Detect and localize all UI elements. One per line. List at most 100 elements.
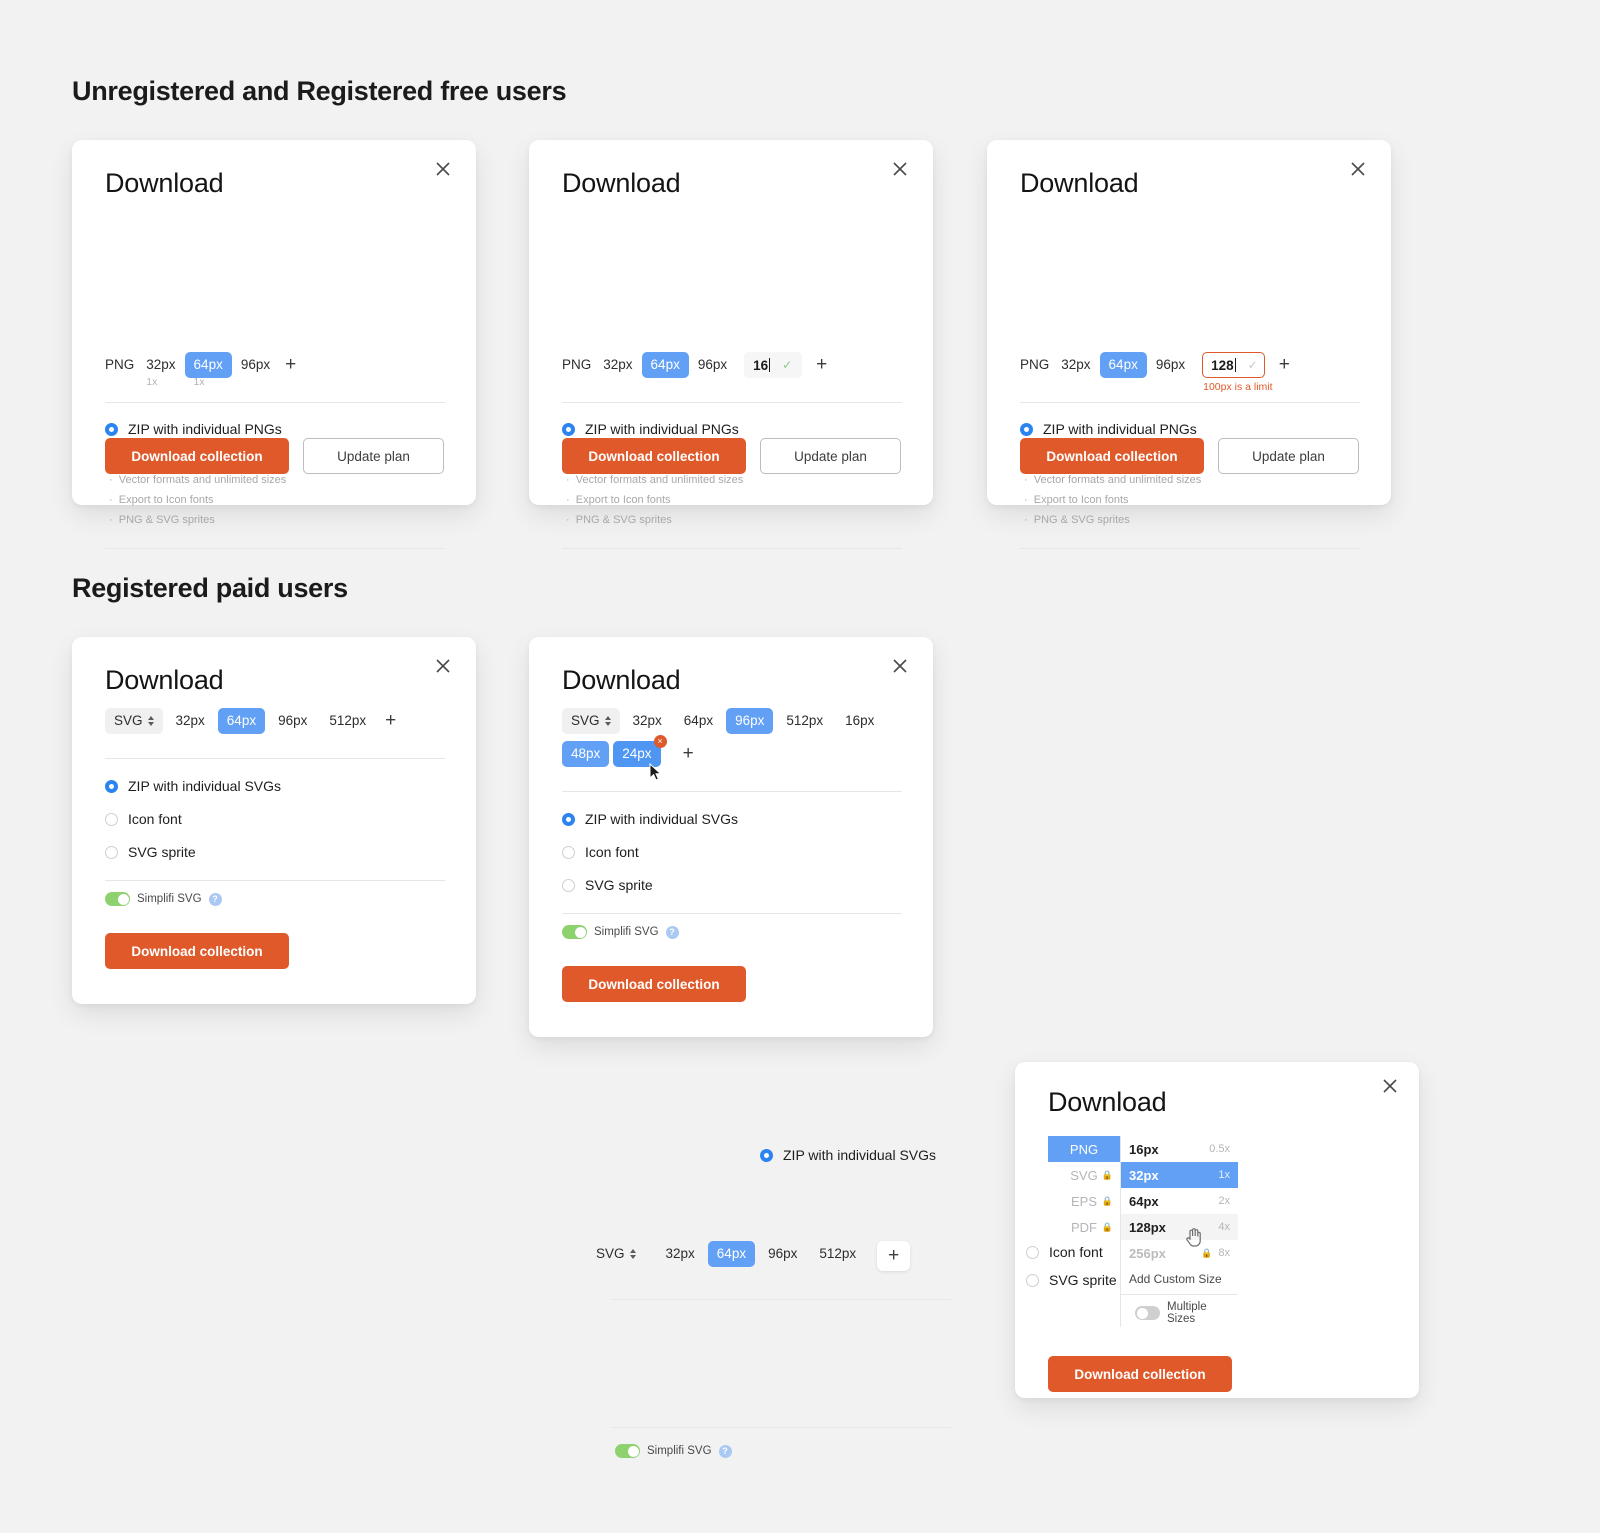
close-icon[interactable]	[432, 158, 454, 180]
lock-icon: 🔒	[1101, 1221, 1113, 1232]
format-dropdown-svg[interactable]: SVG	[596, 1241, 645, 1267]
size-multiplier: 2x	[1218, 1195, 1230, 1207]
custom-size-value: 16	[753, 357, 769, 373]
download-collection-button[interactable]: Download collection	[105, 933, 289, 969]
size-chip-24px[interactable]: 24px ×	[613, 735, 667, 767]
radio-svg-sprite[interactable]: SVG sprite	[105, 844, 196, 860]
download-collection-button[interactable]: Download collection	[105, 438, 289, 474]
close-icon[interactable]	[1347, 158, 1369, 180]
size-multiplier: 8x	[1218, 1247, 1230, 1259]
radio-zip-individual-pngs[interactable]: ZIP with individual PNGs	[105, 421, 282, 437]
format-option-png[interactable]: PNG	[1048, 1136, 1120, 1162]
add-size-button[interactable]: +	[1273, 352, 1296, 378]
download-collection-button[interactable]: Download collection	[1048, 1356, 1232, 1392]
download-dialog-free-input: Download PNG 32px 64px 96px 16 ✓ + ZIP w…	[529, 140, 933, 549]
size-chip-32px[interactable]: 32px	[657, 1241, 704, 1267]
simplifi-svg-toggle-row[interactable]: Simplifi SVG ?	[105, 892, 222, 906]
size-option-32px[interactable]: 32px 1x	[1121, 1162, 1238, 1188]
download-collection-button[interactable]: Download collection	[562, 438, 746, 474]
radio-icon-font[interactable]: Icon font	[562, 844, 639, 860]
multiple-sizes-toggle[interactable]	[1135, 1306, 1160, 1320]
size-chip-64px[interactable]: 64px	[641, 352, 689, 378]
size-chip-96px[interactable]: 96px	[232, 352, 279, 378]
format-dropdown-svg[interactable]: SVG	[562, 708, 620, 734]
divider	[562, 402, 902, 403]
size-chip-512px[interactable]: 512px	[320, 708, 375, 734]
size-chip-64px[interactable]: 64px 1x	[184, 352, 232, 388]
add-size-button[interactable]: +	[379, 708, 402, 734]
radio-svg-sprite[interactable]: SVG sprite	[562, 877, 653, 893]
size-multiplier: 4x	[1218, 1221, 1230, 1233]
update-plan-button[interactable]: Update plan	[1218, 438, 1359, 474]
radio-zip-individual-svgs[interactable]: ZIP with individual SVGs	[105, 778, 281, 794]
size-chip-32px[interactable]: 32px	[594, 352, 641, 378]
size-chip-32px[interactable]: 32px	[1052, 352, 1099, 378]
size-chip-64px[interactable]: 64px	[707, 1241, 756, 1267]
custom-size-input[interactable]: 16 ✓	[744, 352, 803, 378]
size-multiplier: 1x	[193, 376, 205, 388]
add-size-button[interactable]: +	[279, 352, 302, 378]
custom-size-input[interactable]: 128 ✓ 100px is a limit	[1202, 352, 1273, 393]
loose-simplifi-svg-toggle-row[interactable]: Simplifi SVG ?	[615, 1444, 732, 1458]
size-chip-64px[interactable]: 64px	[217, 708, 266, 734]
close-icon[interactable]	[1379, 1075, 1401, 1097]
size-chip-96px[interactable]: 96px	[1147, 352, 1194, 378]
size-selector-row: SVG 32px 64px 96px 512px +	[105, 708, 402, 734]
radio-zip-individual-svgs[interactable]: ZIP with individual SVGs	[562, 811, 738, 827]
add-size-button[interactable]: +	[677, 741, 700, 767]
size-chip-32px[interactable]: 32px 1x	[137, 352, 184, 388]
radio-zip-individual-pngs[interactable]: ZIP with individual PNGs	[562, 421, 739, 437]
help-icon[interactable]: ?	[208, 892, 222, 906]
radio-icon	[1026, 1273, 1039, 1287]
close-icon[interactable]	[889, 655, 911, 677]
add-custom-size-option[interactable]: Add Custom Size	[1121, 1266, 1238, 1292]
simplifi-svg-toggle[interactable]	[562, 925, 587, 939]
update-plan-button[interactable]: Update plan	[760, 438, 901, 474]
format-option-eps[interactable]: EPS 🔒	[1048, 1188, 1120, 1214]
multiple-sizes-toggle-row[interactable]: Multiple Sizes	[1121, 1297, 1238, 1327]
size-chip-64px[interactable]: 64px	[675, 708, 722, 734]
size-selector-row-1: SVG 32px 64px 96px 512px 16px	[562, 708, 883, 734]
simplifi-svg-toggle-row[interactable]: Simplifi SVG ?	[562, 925, 679, 939]
section-title-paid: Registered paid users	[72, 573, 348, 603]
radio-icon-font[interactable]: Icon font	[105, 811, 182, 827]
size-chip-32px[interactable]: 32px	[624, 708, 671, 734]
size-chip-512px[interactable]: 512px	[810, 1241, 865, 1267]
check-icon[interactable]: ✓	[782, 358, 792, 372]
format-size-dropdown: PNG SVG 🔒 EPS 🔒 PDF 🔒 16px 0.5x 32px 1x …	[1048, 1136, 1238, 1327]
size-option-64px[interactable]: 64px 2x	[1121, 1188, 1238, 1214]
add-size-button[interactable]: +	[810, 352, 833, 378]
size-chip-16px[interactable]: 16px	[836, 708, 883, 734]
download-collection-button[interactable]: Download collection	[1020, 438, 1204, 474]
close-icon[interactable]	[889, 158, 911, 180]
size-chip-512px[interactable]: 512px	[777, 708, 832, 734]
help-icon[interactable]: ?	[718, 1444, 732, 1458]
size-chip-96px[interactable]: 96px	[759, 1241, 806, 1267]
radio-zip-individual-pngs[interactable]: ZIP with individual PNGs	[1020, 421, 1197, 437]
close-icon[interactable]	[432, 655, 454, 677]
size-option-128px[interactable]: 128px 4x	[1121, 1214, 1238, 1240]
download-collection-button[interactable]: Download collection	[562, 966, 746, 1002]
format-option-pdf[interactable]: PDF 🔒	[1048, 1214, 1120, 1240]
format-option-svg[interactable]: SVG 🔒	[1048, 1162, 1120, 1188]
size-chip-96px[interactable]: 96px	[269, 708, 316, 734]
size-chip-96px[interactable]: 96px	[689, 352, 736, 378]
size-chip-64px[interactable]: 64px	[1099, 352, 1147, 378]
check-icon[interactable]: ✓	[1248, 358, 1258, 372]
size-chip-96px[interactable]: 96px	[726, 708, 774, 734]
size-option-16px[interactable]: 16px 0.5x	[1121, 1136, 1238, 1162]
format-dropdown-svg[interactable]: SVG	[105, 708, 163, 734]
remove-size-badge[interactable]: ×	[653, 735, 667, 748]
help-icon[interactable]: ?	[665, 925, 679, 939]
size-chip-32px[interactable]: 32px	[167, 708, 214, 734]
size-option-256px[interactable]: 256px 🔒 8x	[1121, 1240, 1238, 1266]
feature-item: · Export to Icon fonts	[1024, 494, 1129, 506]
feature-item: · PNG & SVG sprites	[566, 514, 672, 526]
simplifi-svg-toggle[interactable]	[615, 1444, 640, 1458]
radio-icon	[562, 422, 575, 436]
simplifi-svg-toggle[interactable]	[105, 892, 130, 906]
size-chip-48px[interactable]: 48px	[562, 741, 610, 767]
update-plan-button[interactable]: Update plan	[303, 438, 444, 474]
add-size-button[interactable]: +	[877, 1241, 911, 1271]
loose-radio-zip-individual-svgs[interactable]: ZIP with individual SVGs	[760, 1147, 936, 1163]
